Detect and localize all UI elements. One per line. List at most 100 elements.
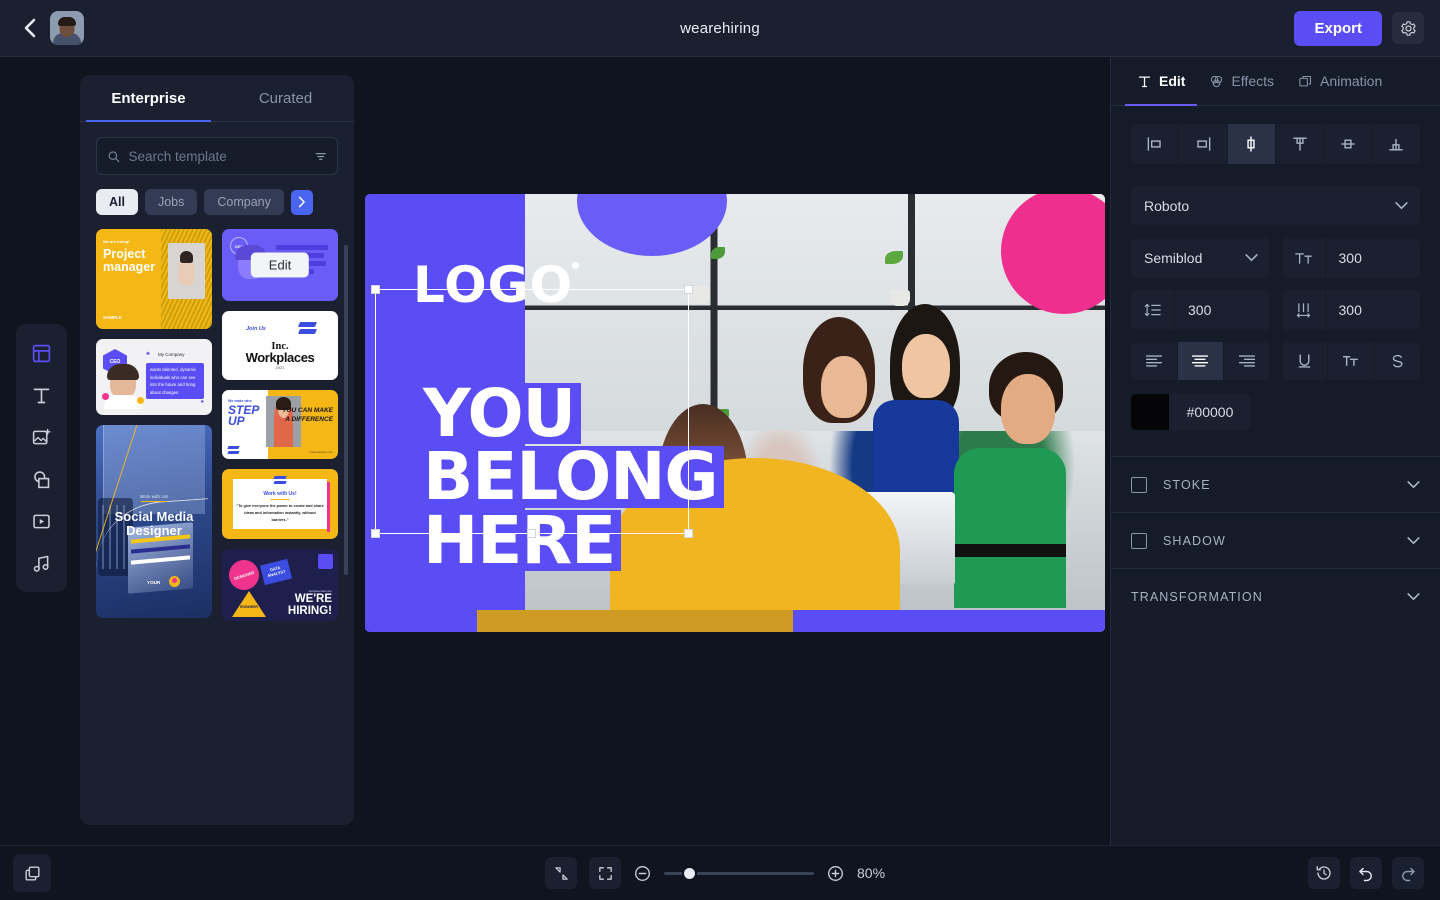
fullscreen-button[interactable] [589, 857, 621, 889]
back-button[interactable] [12, 11, 46, 45]
template-thumb-purple-quote[interactable]: CEO Edit [222, 229, 338, 301]
font-family-select[interactable]: Roboto [1131, 186, 1420, 226]
logo-text[interactable]: LOGO [413, 256, 573, 314]
export-button[interactable]: Export [1294, 11, 1382, 46]
align-right-button[interactable] [1179, 124, 1227, 164]
section-transformation[interactable]: TRANSFORMATION [1111, 568, 1440, 624]
thumb-badge-engineer: ENGINEER [232, 591, 266, 617]
text-align-center-button[interactable] [1178, 342, 1225, 380]
rail-item-video[interactable] [23, 504, 61, 538]
line-height-input[interactable] [1175, 302, 1270, 318]
plant-leaf [711, 247, 725, 259]
shapes-icon [31, 469, 52, 490]
settings-button[interactable] [1392, 12, 1424, 44]
canvas-area[interactable]: LOGO YOU BELONG HERE [354, 57, 1110, 845]
align-middle-button[interactable] [1324, 124, 1372, 164]
thumb-kicker: We are hiring! [103, 239, 154, 244]
template-scrollbar[interactable] [344, 245, 348, 575]
zoom-in-icon [826, 864, 845, 883]
properties-body: Roboto Semiblod [1111, 106, 1440, 430]
thumb-edit-button[interactable]: Edit [251, 253, 309, 278]
rail-item-music[interactable] [23, 546, 61, 580]
search-input[interactable] [129, 149, 306, 164]
font-weight-size-row: Semiblod [1131, 238, 1420, 278]
zoom-out-button[interactable] [633, 864, 652, 883]
align-center-horizontal-icon [1241, 134, 1261, 154]
thumb-url: www.sample.com [310, 450, 333, 454]
align-top-button[interactable] [1276, 124, 1324, 164]
font-weight-select[interactable]: Semiblod [1131, 238, 1270, 278]
strikethrough-button[interactable] [1375, 342, 1421, 380]
artboard-bottom-bar [365, 610, 1105, 632]
section-shadow[interactable]: SHADOW [1111, 512, 1440, 568]
zoom-level-label: 80% [857, 865, 895, 881]
rail-item-templates[interactable] [23, 336, 61, 370]
section-transformation-label: TRANSFORMATION [1131, 590, 1407, 604]
font-size-field[interactable] [1282, 238, 1421, 278]
tab-curated[interactable]: Curated [217, 75, 354, 121]
layers-button[interactable] [13, 854, 51, 892]
rail-item-shapes[interactable] [23, 462, 61, 496]
thumb-badge-engineer-label: ENGINEER [236, 605, 262, 609]
line-height-field[interactable] [1131, 290, 1270, 330]
thumb-shirt [104, 395, 142, 409]
template-thumb-project-manager[interactable]: We are hiring! Project manager SAMPLE [96, 229, 212, 329]
artboard[interactable]: LOGO YOU BELONG HERE [365, 194, 1105, 632]
headline-text-object[interactable]: YOU BELONG HERE [417, 383, 731, 573]
zoom-knob[interactable] [682, 866, 697, 881]
thumb-photo [168, 243, 205, 299]
template-tabs: Enterprise Curated [80, 75, 354, 122]
undo-button[interactable] [1350, 857, 1382, 889]
zoom-slider[interactable] [664, 866, 814, 880]
history-button[interactable] [1308, 857, 1340, 889]
filter-icon[interactable] [314, 149, 328, 164]
search-box[interactable] [96, 137, 338, 175]
rail-item-image[interactable] [23, 420, 61, 454]
shadow-checkbox[interactable] [1131, 533, 1147, 549]
template-thumb-best-workplaces[interactable]: Join Us Inc. Workplaces 2021 [222, 311, 338, 380]
person-4-shirt [954, 448, 1066, 608]
underline-button[interactable] [1282, 342, 1329, 380]
letter-spacing-field[interactable] [1282, 290, 1421, 330]
template-thumb-were-hiring[interactable]: DESIGNER DATA ANALYST ENGINEER sampleema… [222, 549, 338, 621]
zoom-in-button[interactable] [826, 864, 845, 883]
template-thumb-work-with-us[interactable]: Work with Us! "To give everyone the powe… [222, 469, 338, 539]
font-size-input[interactable] [1326, 250, 1421, 266]
text-align-left-button[interactable] [1131, 342, 1178, 380]
template-thumb-ceo-quote[interactable]: CEO ❝ My Company wants talented, dynamic… [96, 339, 212, 415]
properties-tabs: Edit Effects Animation [1111, 57, 1440, 106]
tab-effects-label: Effects [1231, 73, 1274, 89]
align-left-button[interactable] [1131, 124, 1179, 164]
chip-all[interactable]: All [96, 189, 138, 215]
chip-jobs[interactable]: Jobs [145, 189, 197, 215]
color-swatch[interactable] [1131, 394, 1169, 430]
font-size-icon [1282, 238, 1326, 278]
thumb-left: We make who STEP UP [222, 390, 268, 459]
tab-edit[interactable]: Edit [1125, 57, 1197, 105]
template-thumb-step-up[interactable]: We make who STEP UP YOU CAN MAKE A DIFFE… [222, 390, 338, 459]
thumb-title: Work with Us! [222, 491, 338, 500]
text-align-right-button[interactable] [1224, 342, 1270, 380]
tab-animation[interactable]: Animation [1286, 57, 1394, 105]
align-bottom-button[interactable] [1373, 124, 1420, 164]
text-align-group [1131, 342, 1270, 380]
stroke-checkbox[interactable] [1131, 477, 1147, 493]
redo-button[interactable] [1392, 857, 1424, 889]
thumb-pattern [161, 229, 212, 329]
tab-effects[interactable]: Effects [1197, 57, 1286, 105]
logo-label: LOGO [413, 256, 573, 314]
fit-to-screen-button[interactable] [545, 857, 577, 889]
uppercase-button[interactable] [1328, 342, 1375, 380]
tab-enterprise[interactable]: Enterprise [80, 75, 217, 121]
chips-next-button[interactable] [291, 190, 313, 215]
template-thumb-social-media[interactable]: Work with Us! Social Media Designer YOUR [96, 425, 212, 618]
align-center-horizontal-button[interactable] [1228, 124, 1276, 164]
avatar[interactable] [50, 11, 84, 45]
section-stroke-label: STOKE [1163, 478, 1407, 492]
chip-company[interactable]: Company [204, 189, 284, 215]
letter-spacing-input[interactable] [1326, 302, 1421, 318]
rail-item-text[interactable] [23, 378, 61, 412]
text-color-field[interactable]: #00000 [1131, 394, 1251, 430]
thumb-title: Social Media Designer [96, 510, 212, 538]
section-stroke[interactable]: STOKE [1111, 456, 1440, 512]
